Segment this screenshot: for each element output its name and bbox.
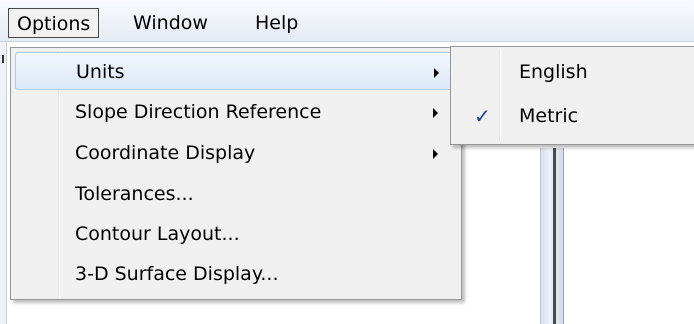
menu-item-label: Coordinate Display — [75, 142, 256, 164]
menu-item-units[interactable]: Units — [15, 52, 457, 90]
menu-item-label: Slope Direction Reference — [75, 101, 322, 123]
units-submenu: English ✓ Metric — [450, 46, 694, 145]
menu-window[interactable]: Window — [125, 8, 216, 38]
window-edge-mark — [2, 55, 4, 63]
left-window-edge — [0, 42, 7, 324]
chevron-right-icon — [433, 149, 438, 159]
menu-item-label: Contour Layout... — [75, 223, 240, 245]
menu-item-label: Metric — [519, 105, 579, 127]
menu-item-3d-surface-display[interactable]: 3-D Surface Display... — [15, 255, 457, 293]
menu-item-label: 3-D Surface Display... — [75, 263, 279, 285]
options-menu: Units Slope Direction Reference Coordina… — [10, 47, 462, 300]
menu-bar: Options Window Help — [0, 0, 694, 42]
splitter-panel[interactable] — [540, 148, 563, 324]
menu-help[interactable]: Help — [247, 8, 306, 38]
checkmark-icon: ✓ — [474, 104, 491, 128]
menu-item-slope-direction-reference[interactable]: Slope Direction Reference — [15, 93, 457, 131]
menu-item-tolerances[interactable]: Tolerances... — [15, 175, 457, 213]
menu-item-contour-layout[interactable]: Contour Layout... — [15, 215, 457, 253]
menu-item-label: Units — [76, 61, 125, 83]
chevron-right-icon — [434, 68, 439, 78]
menu-item-english[interactable]: English — [455, 53, 694, 91]
menu-options[interactable]: Options — [8, 8, 100, 38]
chevron-right-icon — [433, 108, 438, 118]
menu-item-label: English — [519, 61, 588, 83]
content-area — [563, 148, 694, 324]
splitter-line — [553, 148, 556, 324]
menu-item-coordinate-display[interactable]: Coordinate Display — [15, 134, 457, 172]
menu-item-metric[interactable]: ✓ Metric — [455, 97, 694, 135]
menu-item-label: Tolerances... — [75, 183, 194, 205]
